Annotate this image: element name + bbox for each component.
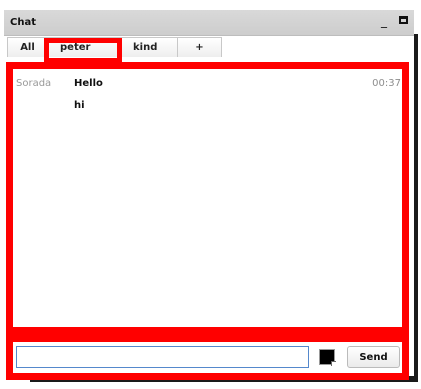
message-text: Hello [74, 78, 103, 89]
message-sender: Sorada [16, 78, 52, 89]
minimize-icon[interactable]: _ [378, 14, 390, 28]
message-row: Sorada Hello 00:37 [13, 78, 402, 98]
maximize-icon[interactable] [399, 16, 408, 24]
tab-peter[interactable]: peter [47, 37, 122, 57]
message-list[interactable]: Sorada Hello 00:37 hi [6, 62, 409, 334]
message-input[interactable] [16, 346, 309, 368]
tab-add[interactable]: + [177, 37, 222, 57]
tab-peter-label: peter [60, 42, 91, 53]
window-title: Chat [10, 17, 36, 28]
text-color-picker[interactable] [319, 349, 336, 366]
add-tab-icon: + [195, 42, 204, 53]
tab-kind[interactable]: kind [121, 37, 178, 57]
tab-all-label: All [20, 42, 35, 53]
tab-all[interactable]: All [7, 37, 48, 57]
message-time: 00:37 [372, 78, 401, 89]
tab-bar: All peter kind + [4, 36, 414, 61]
message-composer: Send [6, 334, 409, 380]
window-titlebar[interactable]: Chat _ [4, 10, 414, 36]
tab-kind-label: kind [133, 42, 158, 53]
send-button[interactable]: Send [347, 346, 400, 368]
message-row: hi [13, 100, 402, 120]
message-text: hi [74, 100, 85, 111]
